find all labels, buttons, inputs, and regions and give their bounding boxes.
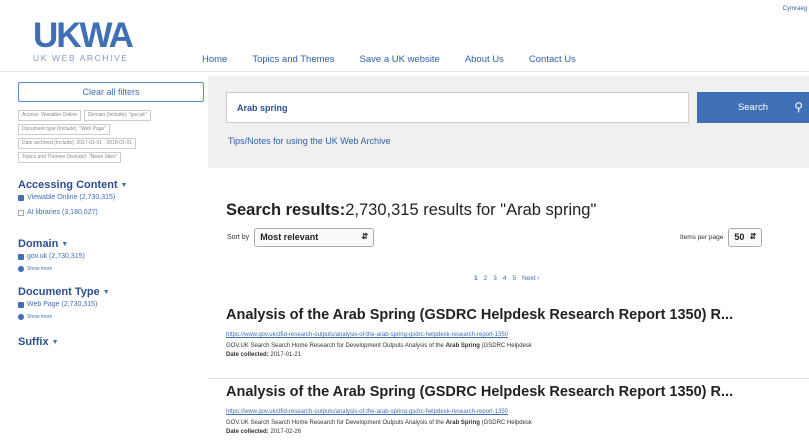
page-link-3[interactable]: 3	[493, 275, 497, 282]
result-title[interactable]: Analysis of the Arab Spring (GSDRC Helpd…	[226, 384, 809, 400]
facet-title: Suffix	[18, 336, 49, 348]
main-nav: Home Topics and Themes Save a UK website…	[202, 54, 601, 65]
clear-all-filters-button[interactable]: Clear all filters	[18, 82, 204, 102]
filter-chip-topics[interactable]: Topics and Themes (Include): "News Sites…	[18, 152, 122, 163]
logo-text: UKWA	[33, 16, 134, 55]
facet-title: Accessing Content	[18, 179, 118, 191]
pagination: 1 2 3 4 5 Next ›	[474, 275, 539, 282]
language-link[interactable]: Cymraeg	[783, 6, 807, 12]
plus-circle-icon	[18, 314, 24, 320]
nav-home[interactable]: Home	[202, 54, 227, 65]
facet-suffix: Suffix ▼	[18, 336, 206, 348]
result-title[interactable]: Analysis of the Arab Spring (GSDRC Helpd…	[226, 307, 809, 323]
search-result: Analysis of the Arab Spring (GSDRC Helpd…	[226, 384, 809, 435]
facet-option-viewable-online[interactable]: Viewable Online (2,730,315)	[18, 194, 206, 201]
result-snippet: GOV.UK Search Search Home Research for D…	[226, 420, 532, 426]
checkbox-checked-icon	[18, 301, 24, 308]
tips-link[interactable]: Tips/Notes for using the UK Web Archive	[228, 136, 391, 146]
filter-chip-domain[interactable]: Domain (Include): "gov.uk"	[83, 110, 151, 121]
result-url[interactable]: https://www.gov.uk/dfid-research-outputs…	[226, 332, 809, 338]
filter-chip-access[interactable]: Access: Viewable Online	[18, 110, 81, 121]
checkbox-checked-icon	[18, 194, 24, 201]
collapse-icon[interactable]: ▼	[103, 289, 110, 296]
select-caret-icon: ⇵	[749, 232, 757, 241]
items-per-page-select[interactable]: 50 ⇵	[728, 228, 763, 247]
nav-about-us[interactable]: About Us	[465, 54, 504, 65]
facet-option-web-page[interactable]: Web Page (2,730,315)	[18, 301, 206, 308]
collapse-icon[interactable]: ▼	[121, 182, 128, 189]
show-more-link[interactable]: Show more	[18, 314, 206, 320]
next-page-link[interactable]: Next ›	[522, 275, 539, 282]
sort-label: Sort by	[227, 234, 250, 241]
page: UKWA UK WEB ARCHIVE Home Topics and Them…	[0, 0, 809, 445]
search-panel: Arab spring Search ⚲ Tips/Notes for usin…	[208, 76, 809, 168]
collapse-icon[interactable]: ▼	[52, 339, 59, 346]
checkbox-unchecked-icon	[18, 209, 24, 216]
page-link-5[interactable]: 5	[513, 275, 517, 282]
plus-circle-icon	[18, 266, 24, 272]
result-date: Date collected: 2017-01-21	[226, 352, 302, 358]
nav-contact-us[interactable]: Contact Us	[529, 54, 576, 65]
filters-sidebar: Clear all filters Access: Viewable Onlin…	[18, 82, 206, 348]
nav-topics-and-themes[interactable]: Topics and Themes	[252, 54, 334, 65]
facet-title: Document Type	[18, 286, 100, 298]
facet-option-at-libraries[interactable]: At libraries (3,180,027)	[18, 209, 206, 216]
sort-select[interactable]: Most relevant ⇵	[254, 228, 375, 247]
result-date: Date collected: 2017-02-26	[226, 429, 302, 435]
collapse-icon[interactable]: ▼	[61, 241, 68, 248]
search-input[interactable]: Arab spring	[226, 92, 689, 123]
checkbox-checked-icon	[18, 253, 24, 260]
filter-chip-doctype[interactable]: Document type (Include): "Web Page"	[18, 124, 111, 135]
facet-accessing-content: Accessing Content ▼ Viewable Online (2,7…	[18, 179, 206, 216]
ukwa-logo[interactable]: UKWA UK WEB ARCHIVE	[33, 16, 134, 63]
site-header: UKWA UK WEB ARCHIVE Home Topics and Them…	[0, 0, 809, 72]
filter-chip-date[interactable]: Date archived (Include): 2017-01-01 - 20…	[18, 138, 137, 149]
results-heading: Search results:2,730,315 results for "Ar…	[226, 201, 597, 219]
sort-control: Sort by Most relevant ⇵	[227, 228, 375, 247]
nav-save-a-uk-website[interactable]: Save a UK website	[360, 54, 440, 65]
search-button[interactable]: Search ⚲	[697, 92, 809, 123]
logo-subtext: UK WEB ARCHIVE	[33, 53, 129, 63]
result-url[interactable]: https://www.gov.uk/dfid-research-outputs…	[226, 409, 809, 415]
page-link-1[interactable]: 1	[474, 275, 478, 282]
facet-option-gov-uk[interactable]: gov.uk (2,730,315)	[18, 253, 206, 260]
facet-domain: Domain ▼ gov.uk (2,730,315) Show more	[18, 238, 206, 272]
page-link-4[interactable]: 4	[503, 275, 507, 282]
result-divider	[208, 378, 809, 379]
result-snippet: GOV.UK Search Search Home Research for D…	[226, 343, 532, 349]
page-link-2[interactable]: 2	[484, 275, 488, 282]
facet-title: Domain	[18, 238, 59, 250]
ipp-label: Items per page	[680, 234, 724, 241]
show-more-link[interactable]: Show more	[18, 266, 206, 272]
facet-document-type: Document Type ▼ Web Page (2,730,315) Sho…	[18, 286, 206, 320]
search-result: Analysis of the Arab Spring (GSDRC Helpd…	[226, 307, 809, 358]
search-icon: ⚲	[794, 100, 803, 114]
items-per-page-control: Items per page 50 ⇵	[680, 228, 763, 247]
select-caret-icon: ⇵	[361, 232, 369, 241]
active-filters: Access: Viewable Online Domain (Include)…	[18, 110, 206, 163]
